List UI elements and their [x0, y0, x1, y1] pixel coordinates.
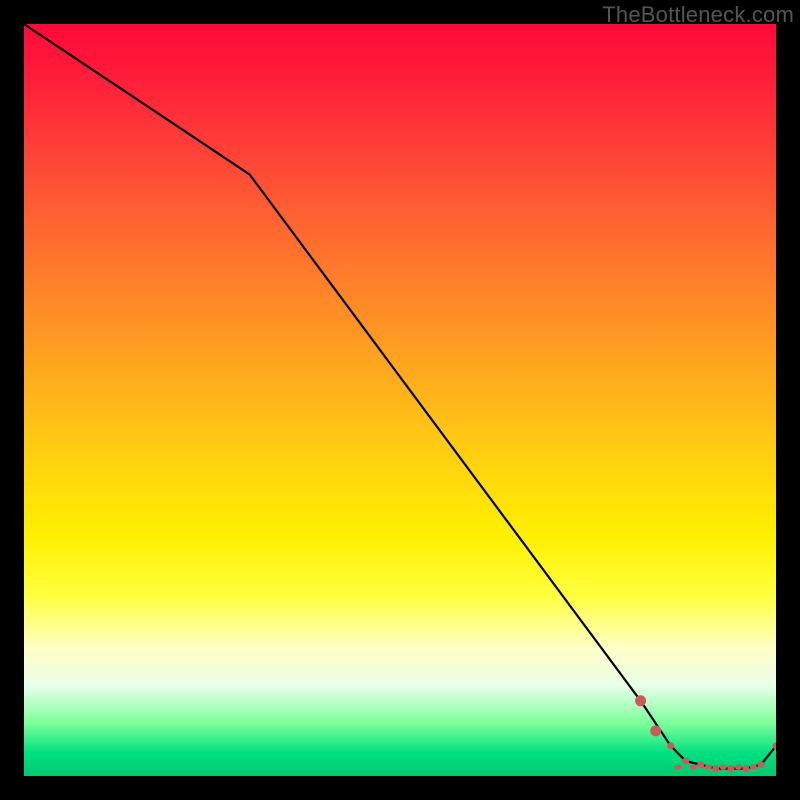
- watermark-text: TheBottleneck.com: [602, 2, 794, 28]
- chart-canvas: [24, 24, 776, 776]
